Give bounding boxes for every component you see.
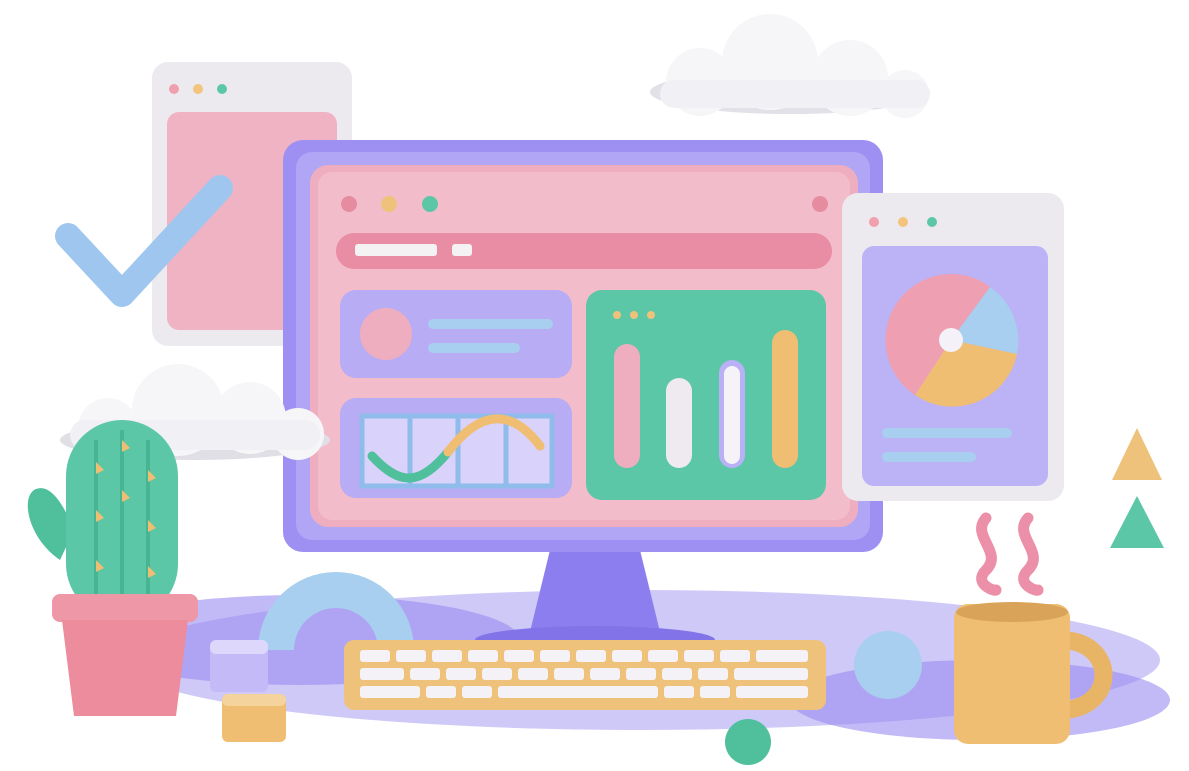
bar-1 [614, 344, 640, 468]
cactus-plant [27, 420, 198, 716]
cloud-top-right [650, 14, 930, 118]
window-dot-close [812, 196, 828, 212]
pie-chart-window [842, 193, 1064, 501]
bar-2 [666, 378, 692, 468]
bar-chart-panel [586, 290, 826, 500]
window-dot-green [422, 196, 438, 212]
line-chart-panel [340, 398, 572, 498]
bar-4 [772, 330, 798, 468]
keyboard [344, 640, 826, 710]
window-dot-red [341, 196, 357, 212]
profile-card [340, 290, 572, 378]
sphere-green [725, 719, 771, 765]
illustration-scene [27, 14, 1170, 765]
window-dot-yellow [381, 196, 397, 212]
steam-icon [976, 512, 1044, 596]
cone-orange [1112, 428, 1162, 480]
sphere-blue [854, 631, 922, 699]
cone-green [1110, 496, 1164, 548]
